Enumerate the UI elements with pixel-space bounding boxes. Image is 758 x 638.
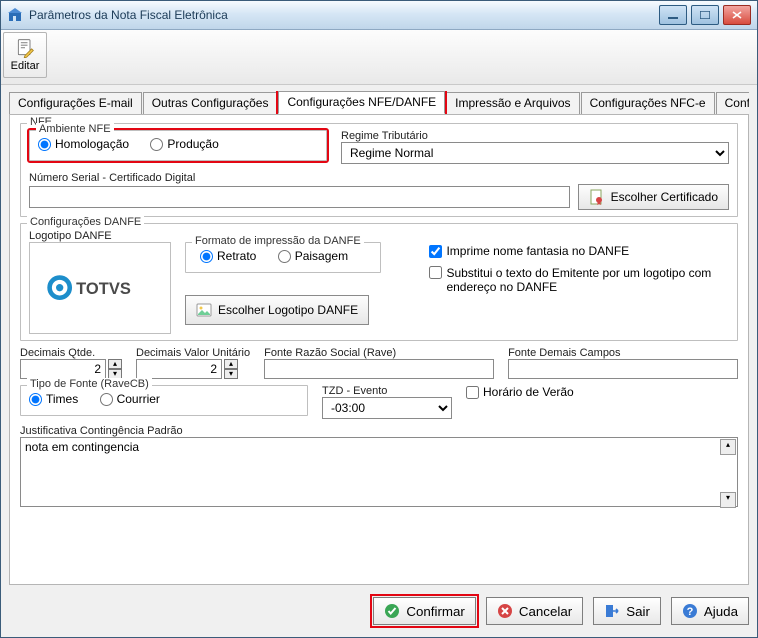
- close-button[interactable]: [723, 5, 751, 25]
- help-icon: ?: [682, 603, 698, 619]
- escolher-logo-button[interactable]: Escolher Logotipo DANFE: [185, 295, 369, 325]
- justificativa-label: Justificativa Contingência Padrão: [20, 425, 738, 437]
- svg-text:TOTVS: TOTVS: [76, 280, 131, 298]
- danfe-legend: Configurações DANFE: [27, 216, 144, 228]
- svg-text:?: ?: [687, 606, 694, 618]
- editar-label: Editar: [11, 60, 40, 72]
- dec-valor-spin[interactable]: ▴▾: [136, 359, 250, 379]
- logo-preview: TOTVS: [29, 242, 171, 334]
- radio-producao[interactable]: Produção: [150, 137, 218, 151]
- certificate-icon: [589, 189, 605, 205]
- serial-input[interactable]: [29, 186, 570, 208]
- logotipo-label: Logotipo DANFE: [29, 230, 729, 242]
- app-icon: [7, 7, 23, 23]
- fonte-demais-input[interactable]: [508, 359, 738, 379]
- group-danfe: Configurações DANFE Logotipo DANFE TOTVS…: [20, 223, 738, 341]
- chk-nome-fantasia[interactable]: Imprime nome fantasia no DANFE: [429, 244, 729, 258]
- fonte-razao-label: Fonte Razão Social (Rave): [264, 347, 494, 359]
- tab-outras-config[interactable]: Outras Configurações: [143, 92, 278, 114]
- window-title: Parâmetros da Nota Fiscal Eletrônica: [29, 8, 659, 22]
- toolbar: Editar: [1, 30, 757, 85]
- tab-configuracoes-more[interactable]: Configuraçõe: [716, 92, 749, 114]
- escolher-certificado-button[interactable]: Escolher Certificado: [578, 184, 729, 210]
- radio-retrato[interactable]: Retrato: [200, 249, 256, 263]
- dec-valor-down[interactable]: ▾: [224, 369, 238, 379]
- tzd-select[interactable]: -03:00: [322, 397, 452, 419]
- confirmar-button[interactable]: Confirmar: [373, 597, 476, 625]
- tipo-fonte-legend: Tipo de Fonte (RaveCB): [27, 378, 152, 390]
- dec-qtde-spin[interactable]: ▴▾: [20, 359, 122, 379]
- formato-legend: Formato de impressão da DANFE: [192, 235, 364, 247]
- chk-substitui-emitente[interactable]: Substitui o texto do Emitente por um log…: [429, 266, 729, 294]
- tab-panel-nfe: NFE Ambiente NFE Homologação Produção Re…: [9, 114, 749, 585]
- bottom-bar: Confirmar Cancelar Sair ? Ajuda: [9, 593, 749, 629]
- tab-config-nfce[interactable]: Configurações NFC-e: [581, 92, 715, 114]
- radio-homologacao[interactable]: Homologação: [38, 137, 129, 151]
- ambiente-legend: Ambiente NFE: [36, 123, 114, 135]
- dec-valor-label: Decimais Valor Unitário: [136, 347, 250, 359]
- tab-config-email[interactable]: Configurações E-mail: [9, 92, 142, 114]
- editar-button[interactable]: Editar: [3, 32, 47, 78]
- group-ambiente: Ambiente NFE Homologação Produção: [29, 130, 327, 161]
- sair-button[interactable]: Sair: [593, 597, 661, 625]
- group-nfe: NFE Ambiente NFE Homologação Produção Re…: [20, 123, 738, 217]
- group-tipo-fonte: Tipo de Fonte (RaveCB) Times Courrier: [20, 385, 308, 416]
- dec-qtde-up[interactable]: ▴: [108, 359, 122, 369]
- exit-icon: [604, 603, 620, 619]
- group-formato: Formato de impressão da DANFE Retrato Pa…: [185, 242, 381, 273]
- maximize-button[interactable]: [691, 5, 719, 25]
- scroll-up[interactable]: ▴: [720, 439, 736, 455]
- dec-qtde-label: Decimais Qtde.: [20, 347, 122, 359]
- titlebar: Parâmetros da Nota Fiscal Eletrônica: [1, 1, 757, 30]
- chk-horario-verao[interactable]: Horário de Verão: [466, 385, 574, 399]
- minimize-button[interactable]: [659, 5, 687, 25]
- tzd-label: TZD - Evento: [322, 385, 452, 397]
- fonte-razao-input[interactable]: [264, 359, 494, 379]
- check-icon: [384, 603, 400, 619]
- fonte-demais-label: Fonte Demais Campos: [508, 347, 738, 359]
- radio-paisagem[interactable]: Paisagem: [278, 249, 348, 263]
- tab-impressao-arquivos[interactable]: Impressão e Arquivos: [446, 92, 579, 114]
- scroll-down[interactable]: ▾: [720, 492, 736, 508]
- regime-label: Regime Tributário: [341, 130, 729, 142]
- image-icon: [196, 302, 212, 318]
- justificativa-textarea[interactable]: nota em contingencia: [20, 437, 738, 507]
- regime-select[interactable]: Regime Normal: [341, 142, 729, 164]
- ajuda-button[interactable]: ? Ajuda: [671, 597, 749, 625]
- tab-config-nfe-danfe[interactable]: Configurações NFE/DANFE: [278, 91, 445, 114]
- dec-valor-up[interactable]: ▴: [224, 359, 238, 369]
- cancelar-button[interactable]: Cancelar: [486, 597, 583, 625]
- tab-strip: Configurações E-mail Outras Configuraçõe…: [9, 91, 749, 114]
- radio-times[interactable]: Times: [29, 392, 78, 406]
- cancel-icon: [497, 603, 513, 619]
- serial-label: Número Serial - Certificado Digital: [29, 172, 729, 184]
- radio-courrier[interactable]: Courrier: [100, 392, 160, 406]
